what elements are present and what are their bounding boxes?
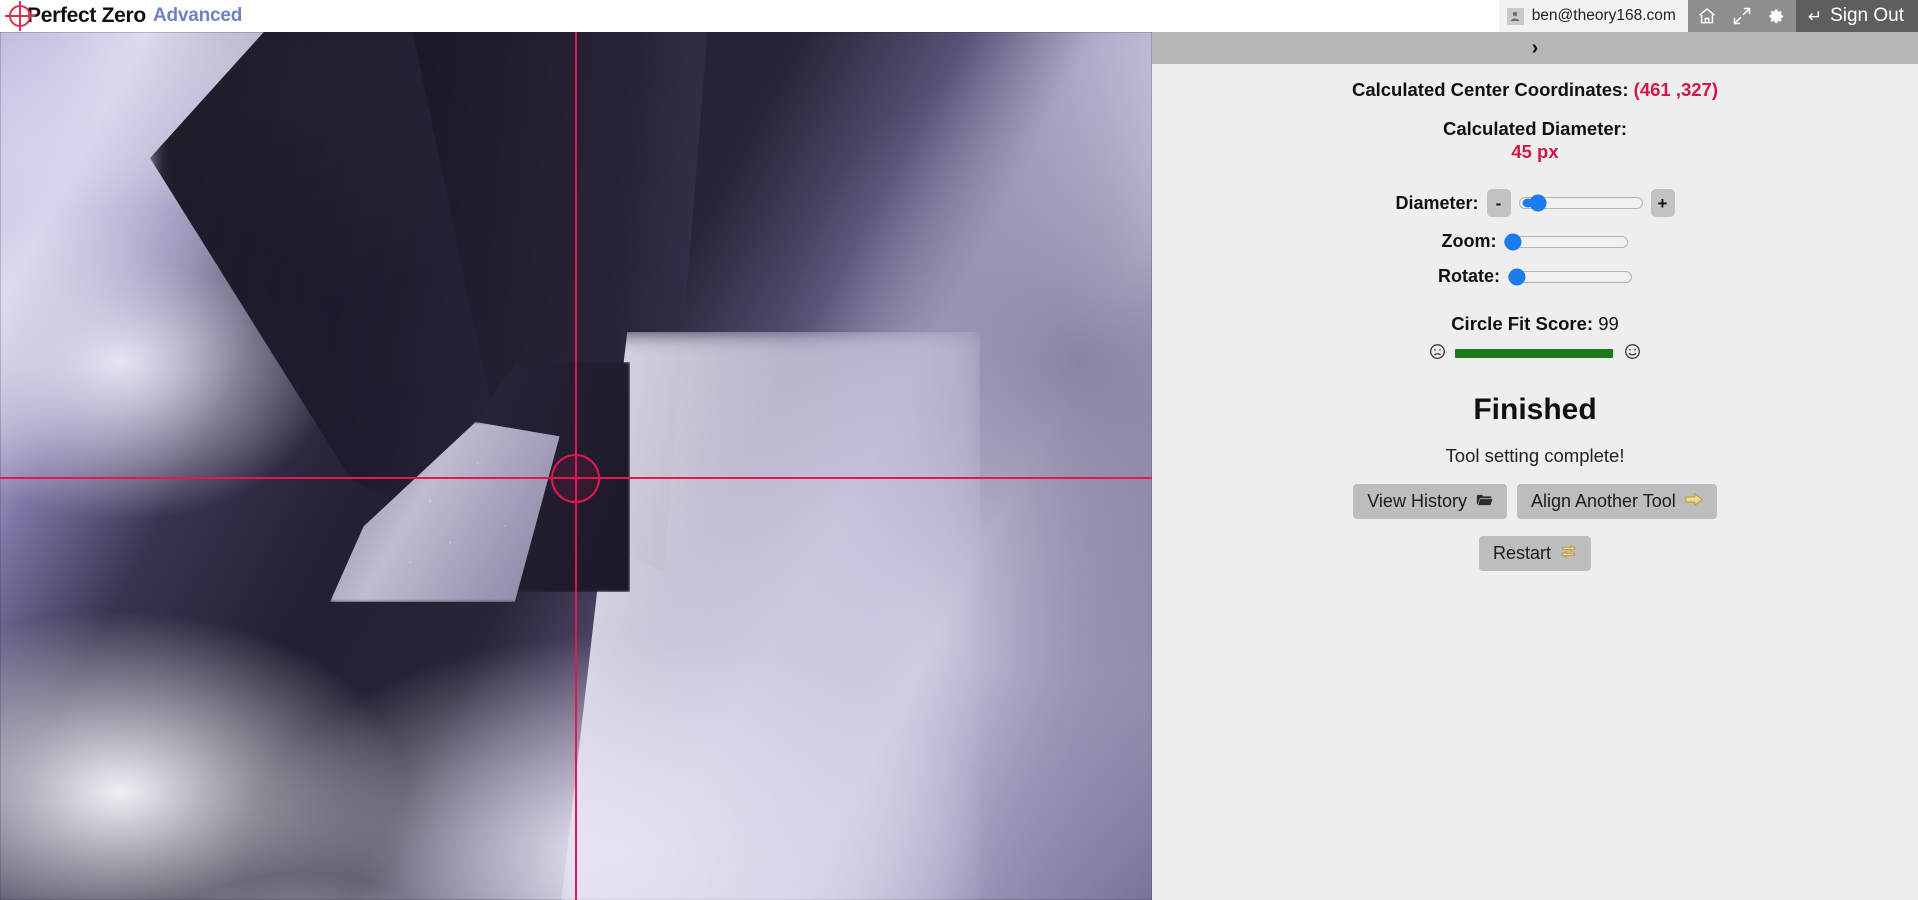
circle-fit-progress-fill bbox=[1455, 348, 1614, 358]
calculated-diameter-label: Calculated Diameter: bbox=[1442, 118, 1628, 140]
view-history-label: View History bbox=[1367, 491, 1467, 512]
finished-primary-buttons: View History Align Another Tool bbox=[1152, 484, 1918, 520]
control-panel: › Calculated Center Coordinates: (461 ,3… bbox=[1152, 32, 1918, 900]
finished-secondary-buttons: Restart bbox=[1152, 536, 1918, 572]
circle-fit-score-block: Circle Fit Score: 99 bbox=[1152, 313, 1918, 363]
user-avatar-icon bbox=[1506, 7, 1524, 25]
account-email: ben@theory168.com bbox=[1531, 7, 1676, 24]
slider-controls: Diameter: - + Zoom: Rotate: bbox=[1152, 189, 1918, 287]
circle-fit-score-value: 99 bbox=[1598, 313, 1619, 335]
top-bar: Perfect Zero Advanced ben@theory168.com bbox=[0, 0, 1918, 32]
calculated-diameter-value: 45 px bbox=[1511, 141, 1559, 163]
calculated-results: Calculated Center Coordinates: (461 ,327… bbox=[1152, 78, 1918, 163]
align-another-tool-label: Align Another Tool bbox=[1530, 491, 1676, 512]
diameter-control-row: Diameter: - + bbox=[1152, 189, 1918, 218]
zoom-label: Zoom: bbox=[1441, 231, 1497, 252]
crosshair-target-icon bbox=[2, 0, 38, 32]
sign-out-button[interactable]: ↵ Sign Out bbox=[1795, 0, 1918, 32]
restart-label: Restart bbox=[1492, 543, 1552, 564]
camera-viewer[interactable] bbox=[0, 32, 1152, 900]
diameter-increase-button[interactable]: + bbox=[1650, 189, 1675, 218]
diameter-slider[interactable] bbox=[1518, 194, 1643, 212]
calculated-center-label: Calculated Center Coordinates: bbox=[1351, 79, 1629, 100]
topbar-icon-group bbox=[1687, 0, 1796, 32]
zoom-control-row: Zoom: bbox=[1152, 231, 1918, 252]
panel-collapse-bar[interactable]: › bbox=[1152, 32, 1918, 64]
calculated-center-value: (461 ,327) bbox=[1633, 79, 1718, 100]
circle-fit-score-row: Circle Fit Score: 99 bbox=[1152, 313, 1918, 335]
right-arrow-icon bbox=[1685, 492, 1703, 511]
brand-name: Perfect Zero bbox=[27, 4, 146, 27]
view-history-button[interactable]: View History bbox=[1353, 484, 1507, 520]
rotate-label: Rotate: bbox=[1438, 266, 1500, 287]
circle-fit-score-label: Circle Fit Score: bbox=[1451, 313, 1594, 335]
sign-out-label: Sign Out bbox=[1830, 5, 1904, 26]
finished-title: Finished bbox=[1473, 393, 1597, 427]
folder-icon bbox=[1476, 493, 1493, 511]
zoom-slider[interactable] bbox=[1504, 233, 1629, 251]
refresh-icon bbox=[1560, 544, 1577, 563]
diameter-slider-knob[interactable] bbox=[1522, 194, 1547, 212]
brand-edition: Advanced bbox=[152, 5, 243, 26]
circle-fit-bar-row bbox=[1152, 343, 1918, 363]
diameter-decrease-button[interactable]: - bbox=[1486, 189, 1511, 218]
calculated-center-row: Calculated Center Coordinates: (461 ,327… bbox=[1152, 78, 1918, 102]
zoom-slider-knob[interactable] bbox=[1504, 233, 1522, 251]
account-chip[interactable]: ben@theory168.com bbox=[1498, 0, 1688, 32]
restart-button[interactable]: Restart bbox=[1478, 536, 1592, 572]
diameter-label: Diameter: bbox=[1395, 192, 1479, 213]
enter-arrow-icon: ↵ bbox=[1807, 6, 1823, 26]
happy-face-icon bbox=[1624, 343, 1641, 363]
expand-icon[interactable] bbox=[1731, 5, 1753, 27]
sad-face-icon bbox=[1429, 343, 1446, 363]
align-another-tool-button[interactable]: Align Another Tool bbox=[1516, 484, 1717, 520]
finished-subtitle: Tool setting complete! bbox=[1445, 445, 1625, 467]
circle-fit-progress-track bbox=[1455, 348, 1615, 358]
finished-block: Finished Tool setting complete! View His… bbox=[1152, 393, 1918, 572]
rotate-control-row: Rotate: bbox=[1152, 266, 1918, 287]
home-icon[interactable] bbox=[1696, 5, 1718, 27]
brand: Perfect Zero Advanced bbox=[0, 0, 242, 32]
chevron-right-icon: › bbox=[1531, 37, 1539, 59]
gear-icon[interactable] bbox=[1766, 5, 1788, 27]
rotate-slider-knob[interactable] bbox=[1508, 268, 1526, 286]
crosshair-target-circle[interactable] bbox=[551, 454, 600, 503]
rotate-slider[interactable] bbox=[1508, 268, 1632, 286]
